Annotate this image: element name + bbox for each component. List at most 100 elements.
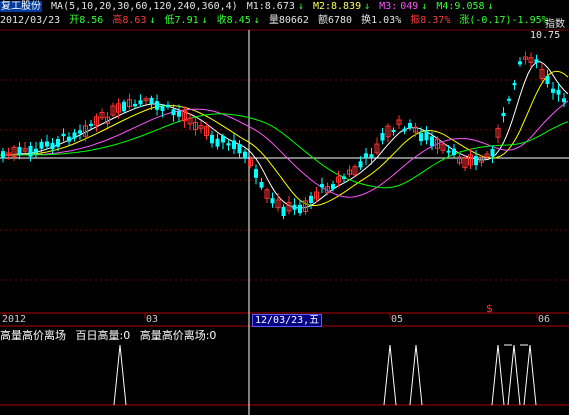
candle-body bbox=[474, 156, 478, 166]
candle-body bbox=[501, 112, 506, 117]
candle-body bbox=[89, 123, 93, 127]
indicator-title-bar: 高量高价离场 百日高量:0 高量高价离场:0 bbox=[0, 327, 222, 343]
quote-change: 涨(-0.17)-1.95% bbox=[459, 15, 548, 26]
candle-body bbox=[155, 101, 159, 110]
candle-body bbox=[320, 184, 324, 188]
candlesticks bbox=[1, 51, 566, 220]
candle-body bbox=[160, 106, 165, 111]
candle-body bbox=[518, 61, 522, 65]
candle-body bbox=[380, 133, 385, 141]
index-label[interactable]: 指数 bbox=[545, 15, 565, 30]
candle-body bbox=[424, 131, 429, 141]
candle-body bbox=[452, 148, 456, 156]
sell-signal-icon: $ bbox=[486, 302, 493, 315]
quote-amplitude: 振8.37% bbox=[410, 15, 451, 26]
candle-body bbox=[72, 132, 77, 139]
candle-body bbox=[298, 204, 302, 214]
candle-body bbox=[61, 133, 66, 137]
high-price-tag: 10.75 bbox=[530, 30, 561, 41]
ma20-line bbox=[0, 100, 569, 198]
candle-body bbox=[545, 75, 550, 84]
candle-body bbox=[210, 134, 214, 144]
quote-high: 高8.63 bbox=[112, 15, 147, 26]
candle-body bbox=[331, 184, 335, 190]
indicator-spike bbox=[113, 344, 127, 406]
candle-body bbox=[17, 146, 22, 155]
down-arrow-icon: ↓ bbox=[253, 15, 260, 26]
candle-body bbox=[177, 110, 181, 117]
candle-body bbox=[364, 153, 368, 159]
quote-date: 2012/03/23 bbox=[0, 15, 61, 26]
indicator-peaks bbox=[113, 344, 537, 406]
candle-body bbox=[259, 182, 264, 188]
ma-m3: M3: bbox=[379, 1, 398, 12]
candle-body bbox=[149, 97, 154, 105]
ma-params[interactable]: MA(5,10,20,30,60,120,240,360,4) bbox=[51, 1, 238, 12]
candle-body bbox=[232, 140, 236, 150]
candle-body bbox=[243, 151, 247, 159]
time-axis-label: 2012 bbox=[2, 314, 27, 325]
candle-body bbox=[133, 103, 137, 107]
indicator-item-1: 百日高量:0 bbox=[75, 329, 131, 342]
indicator-name[interactable]: 高量高价离场 bbox=[0, 329, 66, 342]
down-arrow-icon: ↓ bbox=[364, 1, 371, 12]
candle-body bbox=[122, 101, 126, 112]
candle-body bbox=[402, 128, 407, 132]
candle-body bbox=[342, 176, 346, 179]
quote-close: 收8.45 bbox=[216, 15, 251, 26]
candle-body bbox=[551, 88, 555, 93]
indicator-spike bbox=[409, 344, 423, 406]
candle-body bbox=[419, 133, 423, 142]
down-arrow-icon: ↓ bbox=[201, 15, 208, 26]
candle-body bbox=[490, 148, 495, 157]
candle-body bbox=[369, 154, 374, 158]
indicator-spike bbox=[523, 344, 537, 406]
candle-body bbox=[430, 136, 434, 147]
candle-body bbox=[171, 109, 176, 116]
candle-body bbox=[270, 198, 275, 204]
candle-body bbox=[408, 123, 412, 128]
candle-body bbox=[67, 136, 71, 142]
kline-chart[interactable]: $ bbox=[0, 0, 569, 415]
candle-body bbox=[446, 150, 451, 153]
candle-body bbox=[309, 195, 313, 204]
ma-m4: M4:9.058 bbox=[436, 1, 485, 12]
candle-body bbox=[166, 104, 170, 108]
quote-turnover: 换1.03% bbox=[361, 15, 402, 26]
indicator-spike bbox=[507, 344, 521, 406]
candle-body bbox=[237, 143, 242, 154]
quote-volume: 量80662 bbox=[268, 15, 309, 26]
candle-body bbox=[56, 138, 60, 147]
candle-body bbox=[281, 206, 286, 217]
down-arrow-icon: ↓ bbox=[421, 1, 428, 12]
info-bar-quote: 2012/03/23 开8.56 高8.63 ↓ 低7.91 ↓ 收8.45 ↓ 量8… bbox=[0, 15, 551, 27]
cursor-date-label: 12/03/23,五 bbox=[252, 314, 323, 327]
ma-m3-value: 049 bbox=[400, 1, 419, 12]
candle-body bbox=[50, 142, 55, 150]
candle-body bbox=[45, 141, 49, 147]
down-arrow-icon: ↓ bbox=[487, 1, 494, 12]
quote-open: 开8.56 bbox=[69, 15, 104, 26]
down-arrow-icon: ↓ bbox=[297, 1, 304, 12]
candle-body bbox=[28, 146, 33, 157]
candle-body bbox=[507, 98, 511, 101]
candle-body bbox=[358, 161, 363, 168]
indicator-item-2: 高量高价离场:0 bbox=[139, 329, 217, 342]
candle-body bbox=[292, 204, 297, 210]
candle-body bbox=[215, 138, 220, 147]
time-axis-label: 06 bbox=[538, 314, 551, 325]
candle-body bbox=[39, 141, 44, 149]
candle-body bbox=[512, 83, 517, 86]
candle-body bbox=[562, 98, 566, 103]
candle-body bbox=[138, 100, 143, 105]
indicator-spike bbox=[491, 344, 505, 406]
stock-name[interactable]: 复工股份 bbox=[0, 1, 42, 12]
candle-body bbox=[226, 143, 231, 146]
candle-body bbox=[391, 129, 396, 133]
candle-body bbox=[1, 151, 5, 159]
ma-m2: M2:8.839 bbox=[312, 1, 362, 12]
time-axis-label: 03 bbox=[146, 314, 159, 325]
down-arrow-icon: ↓ bbox=[149, 15, 156, 26]
candle-body bbox=[34, 148, 38, 154]
candle-body bbox=[78, 130, 82, 134]
